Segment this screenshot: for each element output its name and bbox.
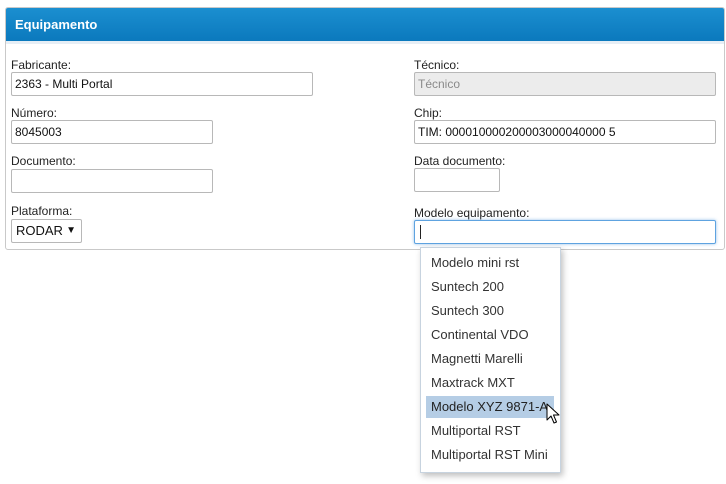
chip-label: Chip: [414,106,443,120]
plataforma-value: RODAR [16,223,63,238]
data-documento-label: Data documento: [414,154,506,168]
mouse-pointer-icon [546,403,560,424]
dropdown-option[interactable]: Suntech 300 [426,300,554,322]
dropdown-option[interactable]: Multiportal RST [426,420,554,442]
fabricante-field[interactable]: 2363 - Multi Portal [11,72,313,96]
dropdown-option-highlighted[interactable]: Modelo XYZ 9871-A [426,396,554,418]
dropdown-option[interactable]: Modelo mini rst [426,252,554,274]
panel-title: Equipamento [6,8,724,44]
modelo-equipamento-label: Modelo equipamento: [414,206,530,220]
modelo-equipamento-input[interactable] [414,220,716,244]
dropdown-option[interactable]: Magnetti Marelli [426,348,554,370]
caret-down-icon: ▼ [66,225,76,236]
plataforma-label: Plataforma: [11,204,73,218]
numero-field[interactable]: 8045003 [11,120,213,144]
modelo-dropdown[interactable]: Modelo mini rst Suntech 200 Suntech 300 … [420,247,561,473]
numero-label: Número: [11,106,58,120]
chip-field[interactable]: TIM: 000010000200003000040000 5 [414,120,716,144]
tecnico-field: Técnico [414,72,716,96]
dropdown-option[interactable]: Multiportal RST Mini [426,444,554,466]
documento-label: Documento: [11,154,76,168]
tecnico-label: Técnico: [414,58,460,72]
documento-field[interactable] [11,169,213,193]
fabricante-label: Fabricante: [11,58,72,72]
dropdown-option[interactable]: Suntech 200 [426,276,554,298]
plataforma-select[interactable]: RODAR ▼ [11,219,82,243]
text-caret [420,225,421,239]
dropdown-option[interactable]: Maxtrack MXT [426,372,554,394]
dropdown-option[interactable]: Continental VDO [426,324,554,346]
data-documento-field[interactable] [414,168,500,192]
